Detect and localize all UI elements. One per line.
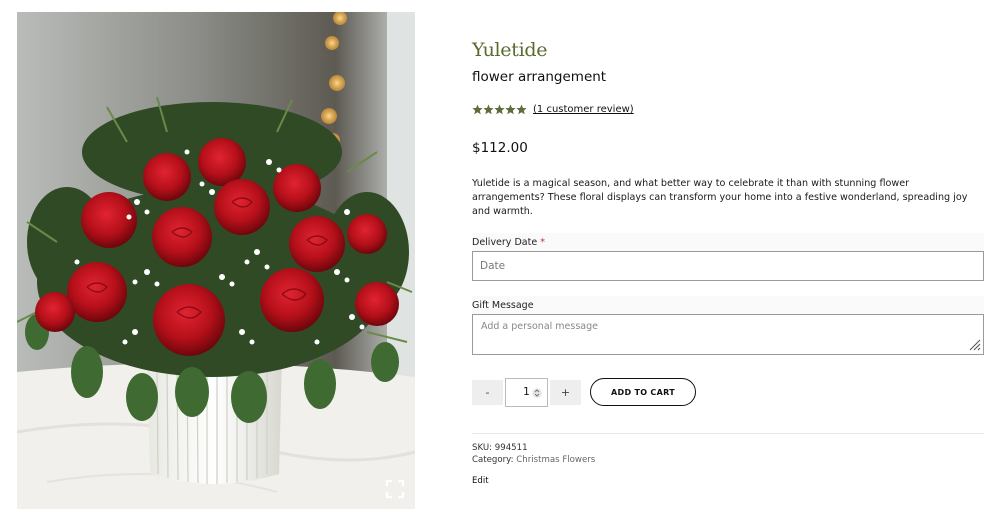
fullscreen-icon[interactable] — [385, 479, 405, 499]
add-to-cart-button[interactable]: ADD TO CART — [590, 378, 696, 406]
delivery-date-input[interactable] — [472, 251, 984, 281]
product-rating: (1 customer review) — [472, 104, 634, 115]
product-price: $112.00 — [472, 140, 528, 156]
gift-message-field: Gift Message — [472, 296, 984, 355]
product-image[interactable] — [17, 12, 415, 509]
star-icon — [483, 104, 494, 115]
gift-message-label: Gift Message — [472, 300, 534, 311]
star-icon — [472, 104, 483, 115]
star-icon — [516, 104, 527, 115]
quantity-decrease-button[interactable]: - — [472, 379, 503, 405]
product-title: Yuletide — [472, 39, 548, 61]
star-icon — [494, 104, 505, 115]
divider — [472, 433, 984, 434]
resize-grip-icon[interactable] — [969, 339, 981, 351]
add-to-cart-row: - 1 + ADD TO CART — [472, 377, 696, 407]
product-description: Yuletide is a magical season, and what b… — [472, 178, 968, 217]
edit-row: Edit — [472, 476, 489, 486]
spinner-arrows-icon[interactable] — [532, 387, 542, 399]
flower-arrangement-photo — [17, 12, 415, 509]
gift-message-input[interactable] — [472, 314, 984, 355]
sku-value: 994511 — [494, 443, 528, 453]
quantity-increase-button[interactable]: + — [550, 379, 581, 405]
star-rating — [472, 104, 527, 115]
delivery-date-field: Delivery Date * — [472, 233, 984, 281]
delivery-date-label: Delivery Date * — [472, 237, 545, 248]
quantity-value: 1 — [523, 386, 530, 398]
edit-link[interactable]: Edit — [472, 476, 489, 486]
product-subtitle: flower arrangement — [472, 69, 607, 85]
star-icon — [505, 104, 516, 115]
quantity-input[interactable]: 1 — [505, 377, 548, 407]
required-mark: * — [540, 237, 545, 248]
category-link[interactable]: Christmas Flowers — [516, 455, 595, 465]
customer-review-link[interactable]: (1 customer review) — [533, 104, 634, 115]
product-sku: SKU: 994511 — [472, 443, 528, 453]
category-label: Category: — [472, 455, 514, 465]
sku-label: SKU: — [472, 443, 493, 453]
product-category: Category: Christmas Flowers — [472, 455, 595, 465]
